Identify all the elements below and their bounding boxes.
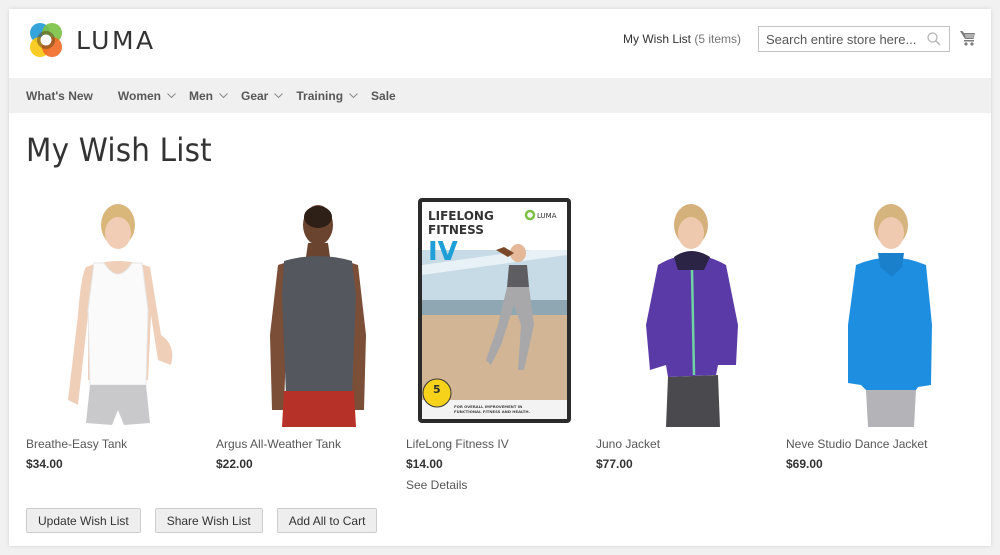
dvd-title-line3: IV [428,237,458,267]
product-name[interactable]: Neve Studio Dance Jacket [786,437,927,451]
wishlist-actions: Update Wish List Share Wish List Add All… [26,508,391,533]
chevron-down-icon [274,92,284,98]
wishlist-item: Argus All-Weather Tank $22.00 [216,195,406,471]
wishlist-item: Juno Jacket $77.00 [596,195,786,471]
product-image-neve-studio-dance-jacket[interactable] [786,195,961,427]
page-title: My Wish List [26,131,212,169]
product-image-breathe-easy-tank[interactable] [26,195,201,427]
page-frame: LUMA My Wish List (5 items) What's New [9,9,991,546]
product-price: $69.00 [786,457,823,471]
wishlist-header-link[interactable]: My Wish List (5 items) [623,32,741,46]
header: LUMA My Wish List (5 items) [9,9,991,78]
nav-item-men[interactable]: Men [189,78,228,113]
product-price: $22.00 [216,457,253,471]
chevron-down-icon [167,92,176,98]
product-image-lifelong-fitness-iv[interactable]: LIFELONG FITNESS IV LUMA 5 FOR OVERALL I… [406,195,581,427]
product-price: $34.00 [26,457,63,471]
nav-label: Training [296,88,344,103]
nav-label: Men [189,88,213,103]
share-wishlist-button[interactable]: Share Wish List [154,508,263,533]
dvd-badge-number: 5 [433,383,441,396]
product-image-juno-jacket[interactable] [596,195,771,427]
wishlist-link-label: My Wish List [623,32,692,46]
chevron-down-icon [349,92,358,98]
product-name[interactable]: Argus All-Weather Tank [216,437,341,451]
nav-item-training[interactable]: Training [296,78,358,113]
nav-item-women[interactable]: Women [118,78,176,113]
wishlist-item: Breathe-Easy Tank $34.00 [26,195,216,471]
nav-label: Sale [371,88,396,103]
product-name[interactable]: LifeLong Fitness IV [406,437,509,451]
product-name[interactable]: Juno Jacket [596,437,660,451]
chevron-down-icon [219,92,228,98]
nav-label: Gear [241,88,269,103]
cart-icon[interactable] [959,29,977,47]
brand-name: LUMA [76,25,156,55]
dvd-brand: LUMA [537,212,557,220]
update-wishlist-button[interactable]: Update Wish List [26,508,141,533]
dvd-title-line2: FITNESS [428,223,484,237]
wishlist-item: LIFELONG FITNESS IV LUMA 5 FOR OVERALL I… [406,195,596,492]
wishlist-item: Neve Studio Dance Jacket $69.00 [786,195,976,471]
search-input[interactable] [759,27,924,51]
nav-item-gear[interactable]: Gear [241,78,284,113]
logo-link[interactable]: LUMA [26,20,156,60]
luma-logo-icon [30,23,62,57]
see-details-link[interactable]: See Details [406,478,467,492]
product-price: $14.00 [406,457,443,471]
svg-text:FUNCTIONAL FITNESS AND HEALTH.: FUNCTIONAL FITNESS AND HEALTH. [454,409,531,414]
nav-label: What's New [26,88,93,103]
dvd-title-line1: LIFELONG [428,209,494,223]
nav-label: Women [117,88,161,103]
product-price: $77.00 [596,457,633,471]
wishlist-count: (5 items) [694,32,742,46]
nav-item-sale[interactable]: Sale [371,78,396,113]
nav-item-whats-new[interactable]: What's New [26,78,93,113]
search-box [758,26,950,52]
product-name[interactable]: Breathe-Easy Tank [26,437,127,451]
add-all-to-cart-button[interactable]: Add All to Cart [276,508,378,533]
search-icon[interactable] [926,31,942,47]
product-image-argus-all-weather-tank[interactable] [216,195,391,427]
main-nav: What's New Women Men Gear Training Sale [9,78,991,113]
